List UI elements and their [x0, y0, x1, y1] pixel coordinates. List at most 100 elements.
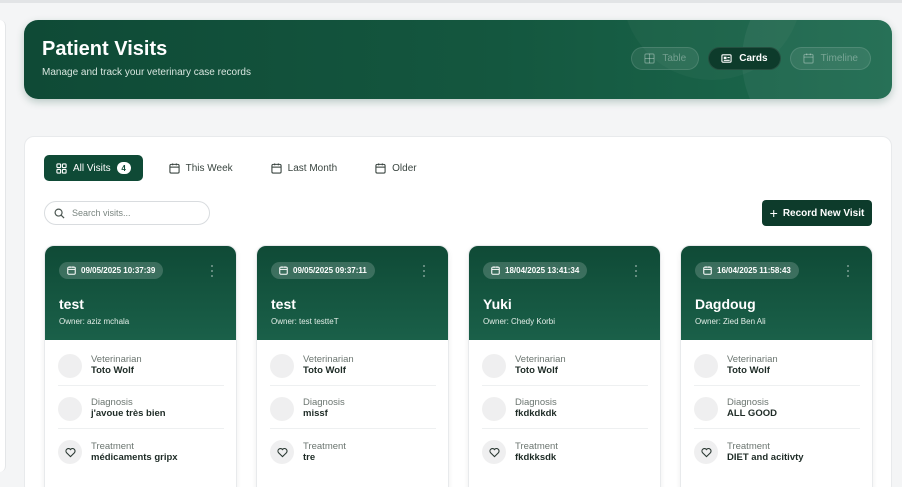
veterinarian-value: Toto Wolf [303, 365, 346, 376]
page-subtitle: Manage and track your veterinary case re… [42, 67, 251, 78]
sidebar-edge [0, 20, 6, 472]
more-options-icon[interactable] [634, 265, 638, 277]
treatment-row: Treatment fkdkksdk [482, 432, 648, 472]
card-header: 09/05/2025 10:37:39 test Owner: aziz mch… [45, 246, 236, 340]
treatment-value: DIET and acitivty [727, 451, 804, 463]
veterinarian-row: Veterinarian Toto Wolf [482, 346, 648, 386]
veterinarian-label: Veterinarian [515, 354, 566, 365]
filter-older[interactable]: Older [363, 155, 428, 181]
pet-name: test [59, 296, 84, 312]
calendar-icon [67, 266, 76, 275]
record-button-label: Record New Visit [782, 207, 865, 219]
treatment-row: Treatment médicaments gripx [58, 432, 224, 472]
veterinarian-label: Veterinarian [303, 354, 354, 365]
visit-cards: 09/05/2025 10:37:39 test Owner: aziz mch… [44, 245, 873, 487]
more-options-icon[interactable] [210, 265, 214, 277]
filter-last-month[interactable]: Last Month [259, 155, 349, 181]
more-options-icon[interactable] [422, 265, 426, 277]
diagnosis-icon [694, 396, 718, 421]
veterinarian-label: Veterinarian [91, 354, 142, 365]
view-cards-label: Cards [739, 53, 768, 64]
card-header: 16/04/2025 11:58:43 Dagdoug Owner: Zied … [681, 246, 872, 340]
diagnosis-label: Diagnosis [91, 397, 133, 408]
visit-card[interactable]: 09/05/2025 09:37:11 test Owner: test tes… [256, 245, 449, 487]
timeline-icon [802, 53, 814, 64]
visit-date-badge: 09/05/2025 10:37:39 [59, 262, 164, 279]
record-new-visit-button[interactable]: + Record New Visit [762, 200, 872, 226]
view-table-button[interactable]: Table [631, 47, 700, 70]
veterinarian-avatar [482, 353, 506, 378]
search-box [44, 201, 210, 225]
veterinarian-value: Toto Wolf [515, 365, 558, 376]
diagnosis-icon [58, 396, 82, 421]
visit-date: 18/04/2025 13:41:34 [505, 266, 580, 275]
diagnosis-row: Diagnosis missf [270, 389, 436, 429]
pet-name: Yuki [483, 296, 512, 312]
diagnosis-row: Diagnosis j'avoue très bien [58, 389, 224, 429]
filter-week-label: This Week [185, 162, 233, 174]
veterinarian-avatar [270, 353, 294, 378]
visit-date-badge: 18/04/2025 13:41:34 [483, 262, 588, 279]
more-options-icon[interactable] [846, 265, 850, 277]
pet-name: Dagdoug [695, 296, 756, 312]
filter-all-visits[interactable]: All Visits 4 [44, 155, 143, 181]
diagnosis-row: Diagnosis ALL GOOD [694, 389, 860, 429]
visit-card[interactable]: 18/04/2025 13:41:34 Yuki Owner: Chedy Ko… [468, 245, 661, 487]
visit-card[interactable]: 16/04/2025 11:58:43 Dagdoug Owner: Zied … [680, 245, 873, 487]
diagnosis-row: Diagnosis fkdkdkdk [482, 389, 648, 429]
calendar-icon [279, 266, 288, 275]
visit-card[interactable]: 09/05/2025 10:37:39 test Owner: aziz mch… [44, 245, 237, 487]
search-input[interactable] [72, 208, 202, 218]
treatment-value: fkdkksdk [515, 451, 557, 463]
treatment-row: Treatment DIET and acitivty [694, 432, 860, 472]
treatment-label: Treatment [515, 440, 558, 452]
veterinarian-row: Veterinarian Toto Wolf [58, 346, 224, 386]
filter-all-label: All Visits [73, 162, 111, 174]
visit-date: 16/04/2025 11:58:43 [717, 266, 791, 275]
filter-month-label: Last Month [287, 162, 338, 174]
veterinarian-avatar [58, 353, 82, 378]
veterinarian-value: Toto Wolf [727, 365, 770, 376]
diagnosis-icon [270, 396, 294, 421]
visits-panel: All Visits 4 This Week Last Month Older … [24, 136, 892, 487]
count-badge: 4 [116, 162, 131, 174]
diagnosis-icon [482, 396, 506, 421]
pet-name: test [271, 296, 296, 312]
search-icon [54, 208, 65, 219]
view-timeline-button[interactable]: Timeline [789, 47, 871, 70]
view-table-label: Table [662, 53, 687, 64]
treatment-label: Treatment [727, 440, 770, 452]
diagnosis-label: Diagnosis [303, 397, 345, 408]
owner-name: Owner: Chedy Korbi [483, 317, 556, 326]
diagnosis-label: Diagnosis [727, 397, 769, 408]
owner-name: Owner: Zied Ben Ali [695, 317, 766, 326]
heart-icon [700, 447, 712, 457]
page-header: Patient Visits Manage and track your vet… [24, 20, 892, 99]
diagnosis-value: j'avoue très bien [91, 408, 166, 419]
calendar-icon [703, 266, 712, 275]
view-cards-button[interactable]: Cards [708, 47, 781, 70]
visit-date: 09/05/2025 09:37:11 [293, 266, 367, 275]
calendar-icon [491, 266, 500, 275]
treatment-row: Treatment tre [270, 432, 436, 472]
veterinarian-value: Toto Wolf [91, 365, 134, 376]
filter-this-week[interactable]: This Week [157, 155, 245, 181]
treatment-value: tre [303, 451, 316, 463]
owner-name: Owner: test testteT [271, 317, 339, 326]
heart-icon [488, 447, 500, 457]
view-timeline-label: Timeline [820, 53, 858, 64]
calendar-icon [271, 162, 282, 174]
heart-icon [64, 447, 76, 457]
veterinarian-avatar [694, 353, 718, 378]
view-switcher: Table Cards Timeline [631, 47, 871, 70]
cards-icon [721, 54, 732, 63]
diagnosis-value: fkdkdkdk [515, 408, 557, 419]
diagnosis-label: Diagnosis [515, 397, 557, 408]
page-title: Patient Visits [42, 38, 168, 60]
veterinarian-label: Veterinarian [727, 354, 778, 365]
table-icon [644, 53, 655, 64]
grid-icon [56, 162, 67, 174]
card-header: 18/04/2025 13:41:34 Yuki Owner: Chedy Ko… [469, 246, 660, 340]
filter-older-label: Older [392, 162, 417, 174]
visit-date: 09/05/2025 10:37:39 [81, 266, 156, 275]
